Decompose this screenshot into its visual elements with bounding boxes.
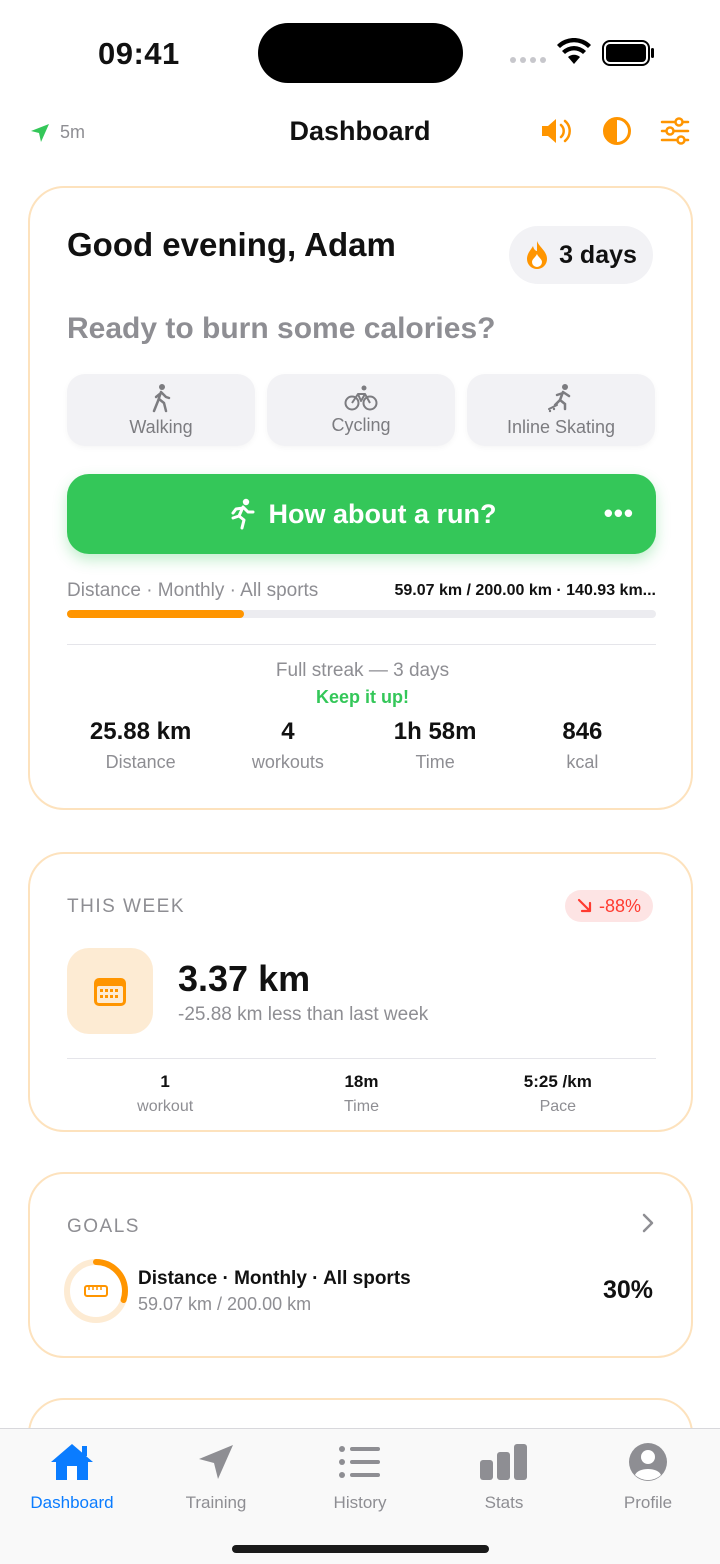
- stat-label: workouts: [251, 752, 324, 772]
- sport-cycling-button[interactable]: Cycling: [267, 374, 455, 446]
- week-delta-value: -88%: [598, 895, 641, 916]
- tab-profile[interactable]: Profile: [576, 1437, 720, 1513]
- person-icon: [629, 1443, 667, 1481]
- chevron-right-icon[interactable]: [641, 1212, 655, 1234]
- stat-label: workout: [137, 1098, 194, 1115]
- goal-progress-value: 59.07 km / 200.00 km · 140.93 km...: [394, 582, 656, 599]
- greeting-prompt: Ready to burn some calories?: [67, 312, 496, 345]
- stat-pace: 5:25 /km Pace: [460, 1072, 656, 1116]
- divider: [67, 644, 656, 645]
- sound-icon[interactable]: [540, 116, 574, 146]
- tab-bar: Dashboard Training History Stats Profile: [0, 1428, 720, 1564]
- stat-label: Pace: [539, 1098, 577, 1115]
- walking-icon: [152, 383, 171, 412]
- tab-label: Profile: [623, 1493, 673, 1512]
- goal-progress-row: Distance · Monthly · All sports 59.07 km…: [67, 580, 656, 602]
- start-run-button[interactable]: How about a run? •••: [67, 474, 656, 554]
- stat-label: Time: [415, 752, 455, 772]
- goal-progress-fill: [67, 610, 244, 618]
- section-title: THIS WEEK: [67, 896, 186, 917]
- home-icon: [51, 1444, 93, 1480]
- stat-value: 846: [562, 718, 603, 745]
- keep-it-up-text: Keep it up!: [316, 687, 409, 707]
- greeting-card: Good evening, Adam 3 days Ready to burn …: [28, 186, 693, 810]
- start-run-label: How about a run?: [268, 498, 497, 529]
- divider: [67, 1058, 656, 1059]
- goal-percent: 30%: [602, 1276, 653, 1304]
- monthly-stats: 25.88 km Distance 4 workouts 1h 58m Time…: [67, 718, 656, 773]
- streak-badge[interactable]: 3 days: [509, 226, 653, 284]
- sliders-icon[interactable]: [660, 117, 690, 145]
- stat-label: kcal: [566, 752, 599, 772]
- tab-history[interactable]: History: [288, 1437, 432, 1513]
- sport-walking-button[interactable]: Walking: [67, 374, 255, 446]
- tab-stats[interactable]: Stats: [432, 1437, 576, 1513]
- tab-label: History: [333, 1493, 387, 1512]
- running-icon: [231, 498, 254, 530]
- stat-kcal: 846 kcal: [509, 718, 656, 773]
- list-icon: [339, 1446, 380, 1478]
- goals-card[interactable]: GOALS Distance · Monthly · All sports 59…: [28, 1172, 693, 1358]
- streak-badge-label: 3 days: [559, 240, 637, 269]
- tab-label: Training: [185, 1493, 247, 1512]
- stat-workouts: 1 workout: [67, 1072, 263, 1116]
- sport-selector: Walking Cycling Inline Skating: [67, 374, 655, 446]
- stat-value: 4: [281, 718, 295, 745]
- goal-progress-bar: [67, 610, 656, 618]
- more-options-icon[interactable]: •••: [604, 498, 634, 529]
- stat-label: Distance: [105, 752, 176, 772]
- calendar-icon: [94, 978, 126, 1006]
- navigation-arrow-icon: [199, 1445, 233, 1479]
- week-delta-badge: -88%: [564, 890, 653, 922]
- week-stats: 1 workout 18m Time 5:25 /km Pace: [67, 1072, 656, 1116]
- flame-icon: [527, 241, 548, 269]
- home-indicator: [232, 1545, 489, 1553]
- stat-time: 1h 58m Time: [362, 718, 509, 773]
- calendar-tile: [67, 948, 153, 1034]
- tab-label: Dashboard: [30, 1493, 114, 1512]
- week-comparison: -25.88 km less than last week: [178, 1004, 429, 1025]
- wifi-icon: [557, 38, 591, 64]
- full-streak-text: Full streak — 3 days: [275, 660, 450, 681]
- goal-name: Distance · Monthly · All sports: [138, 1268, 411, 1289]
- status-time: 09:41: [98, 36, 180, 71]
- stat-label: Time: [344, 1098, 379, 1115]
- tab-label: Stats: [484, 1493, 524, 1512]
- goal-progress-label: Distance · Monthly · All sports: [67, 580, 319, 601]
- cycling-icon: [344, 385, 378, 410]
- section-title: GOALS: [67, 1216, 140, 1237]
- goal-values: 59.07 km / 200.00 km: [138, 1294, 312, 1314]
- stat-value: 1: [160, 1072, 170, 1091]
- stat-time: 18m Time: [263, 1072, 459, 1116]
- tab-training[interactable]: Training: [144, 1437, 288, 1513]
- stat-distance: 25.88 km Distance: [67, 718, 214, 773]
- status-bar: 09:41: [0, 0, 720, 100]
- dynamic-island: [258, 23, 463, 83]
- sport-label: Walking: [129, 416, 193, 437]
- goal-progress-ring: [64, 1259, 128, 1323]
- week-distance: 3.37 km: [178, 958, 311, 999]
- stat-value: 1h 58m: [393, 718, 477, 745]
- contrast-icon[interactable]: [602, 116, 632, 146]
- greeting-title: Good evening, Adam: [67, 226, 396, 263]
- stat-value: 18m: [344, 1072, 379, 1091]
- stat-value: 5:25 /km: [523, 1072, 592, 1091]
- trend-down-icon: [577, 898, 592, 913]
- skating-icon: [548, 383, 571, 412]
- tab-dashboard[interactable]: Dashboard: [0, 1437, 144, 1513]
- nav-header: 5m Dashboard: [0, 110, 720, 156]
- sport-label: Cycling: [331, 414, 391, 435]
- stat-value: 25.88 km: [89, 718, 192, 745]
- this-week-card[interactable]: THIS WEEK -88% 3.37 km -25.88 km less th…: [28, 852, 693, 1132]
- stat-workouts: 4 workouts: [214, 718, 361, 773]
- sport-inline-skating-button[interactable]: Inline Skating: [467, 374, 655, 446]
- cellular-signal-icon: [510, 57, 546, 63]
- bar-chart-icon: [480, 1444, 527, 1480]
- sport-label: Inline Skating: [506, 416, 616, 437]
- battery-icon: [602, 40, 654, 66]
